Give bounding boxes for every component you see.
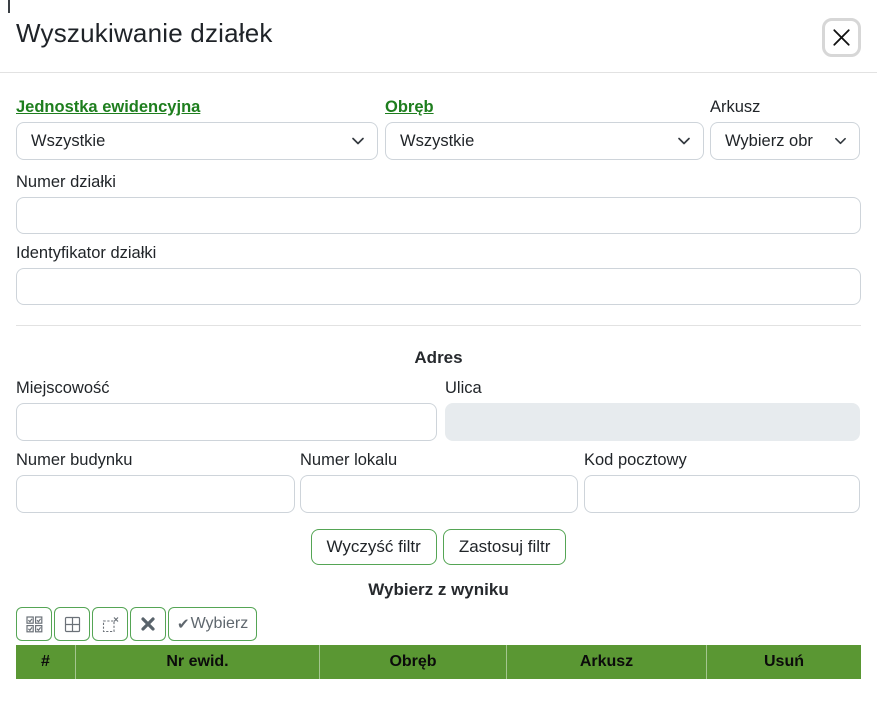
address-row-2: Numer budynku Numer lokalu Kod pocztowy [16,450,861,513]
dialog-header: Wyszukiwanie działek [0,0,877,73]
kod-pocztowy-input[interactable] [584,475,860,513]
column-header-obreb: Obręb [319,645,506,679]
results-toolbar: ✔ Wybierz [16,607,861,641]
identyfikator-dzialki-label: Identyfikator działki [16,244,157,262]
check-icon: ✔ [177,616,190,633]
dialog-edge-artifact [8,0,10,13]
clear-filter-button[interactable]: Wyczyść filtr [310,529,437,565]
numer-budynku-input[interactable] [16,475,295,513]
identyfikator-dzialki-input[interactable] [16,268,861,305]
arkusz-label: Arkusz [710,98,761,116]
numer-lokalu-input[interactable] [300,475,578,513]
dialog-body: Jednostka ewidencyjna Wszystkie Obręb Ws… [0,97,877,679]
filter-actions: Wyczyść filtr Zastosuj filtr [16,529,861,565]
numer-dzialki-input[interactable] [16,197,861,234]
wybierz-z-wyniku-heading: Wybierz z wyniku [368,580,509,599]
bold-x-icon [139,615,157,633]
dialog-title: Wyszukiwanie działek [16,18,273,48]
column-header-arkusz: Arkusz [506,645,706,679]
clear-selection-button[interactable] [92,607,128,641]
arkusz-select[interactable]: Wybierz obr [710,122,860,160]
chevron-down-icon [351,135,365,147]
numer-budynku-label: Numer budynku [16,451,133,469]
obreb-select[interactable]: Wszystkie [385,122,704,160]
x-icon [831,27,852,48]
select-all-button[interactable] [16,607,52,641]
results-table-header: # Nr ewid. Obręb Arkusz Usuń [16,645,861,679]
chevron-down-icon [677,135,691,147]
window-grid-icon [64,616,81,633]
arkusz-selected-value: Wybierz obr [725,131,813,150]
filter-selects-row: Jednostka ewidencyjna Wszystkie Obręb Ws… [16,97,861,160]
column-header-usun: Usuń [706,645,861,679]
results-table: # Nr ewid. Obręb Arkusz Usuń [16,645,861,679]
column-header-nr-ewid: Nr ewid. [75,645,319,679]
miejscowosc-label: Miejscowość [16,379,110,397]
wybierz-button-label: Wybierz [190,615,249,632]
close-button[interactable] [822,18,861,57]
wybierz-button[interactable]: ✔ Wybierz [168,607,258,641]
column-header-index: # [41,653,50,670]
kod-pocztowy-label: Kod pocztowy [584,451,687,469]
chevron-down-icon [834,135,847,147]
ulica-input [445,403,860,441]
grid-view-button[interactable] [54,607,90,641]
dashed-box-remove-icon [102,616,119,633]
apply-filter-button[interactable]: Zastosuj filtr [442,529,567,565]
obreb-selected-value: Wszystkie [400,131,475,150]
grid-of-checked-boxes-icon [25,615,43,633]
numer-dzialki-label: Numer działki [16,173,116,191]
obreb-label[interactable]: Obręb [385,97,704,117]
jednostka-selected-value: Wszystkie [31,131,106,150]
section-divider [16,325,861,326]
adres-heading: Adres [414,348,463,367]
miejscowosc-input[interactable] [16,403,437,441]
address-row-1: Miejscowość Ulica [16,378,861,441]
jednostka-ewidencyjna-select[interactable]: Wszystkie [16,122,378,160]
cancel-selection-button[interactable] [130,607,166,641]
jednostka-ewidencyjna-label[interactable]: Jednostka ewidencyjna [16,97,378,117]
numer-lokalu-label: Numer lokalu [300,451,398,469]
ulica-label: Ulica [445,379,482,397]
